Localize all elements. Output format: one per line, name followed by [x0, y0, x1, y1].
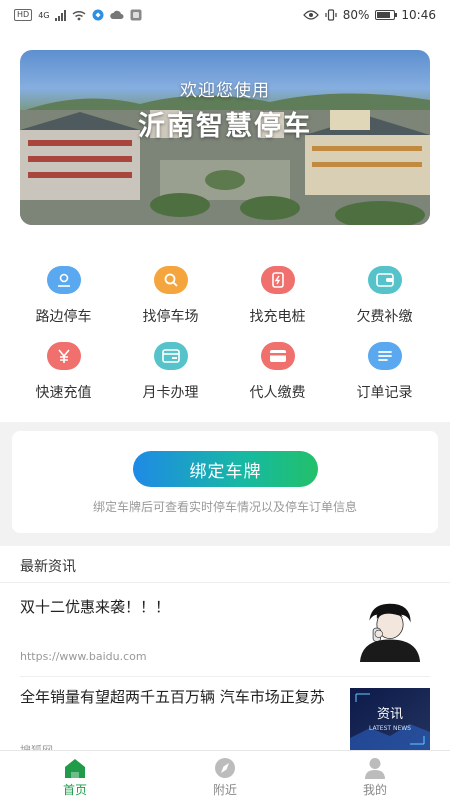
news-thumbnail-image: 资讯 LATEST NEWS: [350, 688, 430, 750]
bind-plate-hint: 绑定车牌后可查看实时停车情况以及停车订单信息: [92, 500, 357, 514]
service-street-parking[interactable]: 路边停车: [10, 266, 117, 336]
bottom-tab-bar: 首页 附近 我的: [0, 750, 450, 800]
news-source: https://www.baidu.com: [20, 650, 147, 663]
tab-home[interactable]: 首页: [0, 751, 150, 800]
service-label: 快速充值: [35, 385, 92, 401]
yen-icon: [46, 342, 81, 370]
news-divider: [0, 582, 450, 583]
tab-nearby[interactable]: 附近: [150, 751, 300, 800]
status-left: HD 4G: [14, 9, 142, 21]
bind-plate-card: 绑定车牌 绑定车牌后可查看实时停车情况以及停车订单信息: [12, 431, 438, 533]
gallery-notification-icon: [130, 9, 142, 21]
status-right: 80% 10:46: [302, 8, 436, 22]
service-label: 订单记录: [356, 385, 413, 401]
battery-percent: 80%: [342, 8, 370, 22]
news-source: 搜狐网: [20, 742, 53, 750]
bind-plate-button[interactable]: 绑定车牌: [133, 451, 318, 487]
service-label: 代人缴费: [249, 385, 306, 401]
vibrate-icon: [325, 9, 337, 21]
network-type: 4G: [38, 10, 50, 20]
tab-label: 附近: [212, 783, 237, 797]
service-label: 路边停车: [35, 309, 92, 325]
compass-icon: [213, 757, 237, 779]
news-separator: [20, 676, 430, 677]
service-quick-recharge[interactable]: 快速充值: [10, 342, 117, 412]
app-notification-icon: [92, 9, 104, 21]
news-title: 全年销量有望超两千五百万辆 汽车市场正复苏: [20, 688, 325, 706]
news-title: 双十二优惠来袭！！！: [20, 598, 171, 616]
service-label: 月卡办理: [142, 385, 199, 401]
news-thumbnail-subtitle: LATEST NEWS: [369, 725, 411, 732]
news-thumbnail-image: [352, 600, 428, 662]
status-bar: HD 4G 80% 10:46: [0, 0, 450, 30]
service-monthly-card[interactable]: 月卡办理: [117, 342, 224, 412]
news-item[interactable]: 全年销量有望超两千五百万辆 汽车市场正复苏 搜狐网 资讯 LATEST NEWS: [20, 688, 430, 750]
hd-badge: HD: [14, 9, 33, 21]
card-icon: [153, 342, 188, 370]
news-section: 最新资讯 双十二优惠来袭！！！ https://www.baidu.com 全年…: [0, 546, 450, 750]
service-find-charger[interactable]: 找充电桩: [224, 266, 331, 336]
welcome-banner[interactable]: 欢迎您使用 沂南智慧停车: [20, 50, 430, 225]
news-header: 最新资讯: [20, 559, 76, 575]
news-thumbnail-title: 资讯: [377, 707, 403, 722]
battery-icon: [375, 10, 398, 20]
cloud-icon: [110, 10, 124, 19]
tab-label: 我的: [362, 783, 387, 797]
service-label: 欠费补缴: [356, 309, 413, 325]
tab-profile[interactable]: 我的: [300, 751, 450, 800]
service-pay-for-others[interactable]: 代人缴费: [224, 342, 331, 412]
tab-label: 首页: [62, 783, 87, 797]
service-label: 找充电桩: [249, 309, 306, 325]
charger-icon: [260, 266, 295, 294]
service-order-records[interactable]: 订单记录: [331, 342, 438, 412]
service-label: 找停车场: [142, 309, 199, 325]
news-item[interactable]: 双十二优惠来袭！！！ https://www.baidu.com: [20, 598, 430, 668]
top-section: 欢迎您使用 沂南智慧停车 路边停车 找停车场 找充电桩 欠费补缴 快速充值 月卡…: [0, 30, 450, 422]
wallet-icon: [367, 266, 402, 294]
location-pin-icon: [46, 266, 81, 294]
payment-card-icon: [260, 342, 295, 370]
clock: 10:46: [401, 8, 436, 22]
wifi-icon: [72, 10, 86, 20]
service-find-parking-lot[interactable]: 找停车场: [117, 266, 224, 336]
service-arrears-payment[interactable]: 欠费补缴: [331, 266, 438, 336]
home-icon: [63, 757, 87, 779]
banner-welcome-text: 欢迎您使用: [180, 81, 270, 101]
search-icon: [153, 266, 188, 294]
eye-icon: [302, 10, 319, 20]
signal-icon: [55, 9, 67, 21]
user-icon: [363, 757, 387, 779]
list-icon: [367, 342, 402, 370]
banner-title: 沂南智慧停车: [138, 111, 312, 142]
